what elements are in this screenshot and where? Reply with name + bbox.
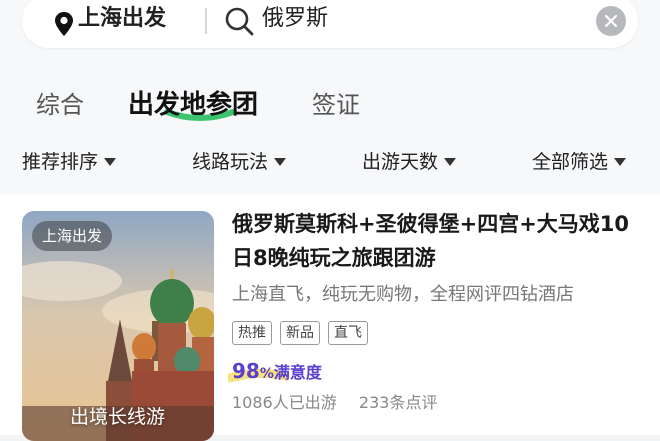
departure-city[interactable]: 上海出发 [78,4,166,34]
tag-new: 新品 [280,321,320,345]
filter-label: 推荐排序 [22,151,99,173]
header-area: 上海出发 俄罗斯 综合 出发地参团 签证 推荐排序 线路玩法 出游天数 全部筛选 [0,0,660,195]
search-input[interactable]: 俄罗斯 [262,4,328,34]
filter-sort[interactable]: 推荐排序 [22,148,117,176]
caret-down-icon [104,158,117,166]
tab-departure-group[interactable]: 出发地参团 [128,88,258,122]
filter-label: 线路玩法 [192,151,269,173]
satisfaction-label: 满意度 [273,363,322,382]
filter-label: 出游天数 [362,151,439,173]
thumbnail-caption: 出境长线游 [70,406,166,428]
caret-down-icon [274,158,287,166]
tag-hot: 热推 [232,321,272,345]
product-description: 上海直飞，纯玩无购物，全程网评四钻酒店 [232,284,574,305]
product-stats: 1086人已出游 233条点评 [232,391,437,415]
filter-days[interactable]: 出游天数 [362,148,457,176]
clear-search-button[interactable] [596,6,626,36]
tab-visa[interactable]: 签证 [312,88,360,122]
filter-route[interactable]: 线路玩法 [192,148,287,176]
search-bar[interactable]: 上海出发 俄罗斯 [22,0,638,48]
tab-comprehensive[interactable]: 综合 [36,88,84,122]
traveler-count: 1086人已出游 [232,393,337,412]
departure-badge: 上海出发 [32,221,113,251]
caret-down-icon [614,158,627,166]
location-pin-icon [55,12,73,36]
caret-down-icon [444,158,457,166]
product-title[interactable]: 俄罗斯莫斯科+圣彼得堡+四宫+大马戏10日8晚纯玩之旅跟团游 [232,207,632,275]
satisfaction-value-group: 98%满意度 [232,357,322,388]
tag-direct-flight: 直飞 [328,321,368,345]
product-thumbnail[interactable]: 上海出发 出境长线游 [22,211,214,441]
product-card[interactable]: 上海出发 出境长线游 俄罗斯莫斯科+圣彼得堡+四宫+大马戏10日8晚纯玩之旅跟团… [0,195,660,441]
satisfaction-value: 98 [232,359,260,383]
product-tags: 热推 新品 直飞 [232,321,368,345]
search-icon [225,7,254,36]
clear-icon [604,14,618,28]
satisfaction-unit: % [259,366,274,382]
search-divider [205,8,207,34]
filter-all[interactable]: 全部筛选 [532,148,627,176]
filter-label: 全部筛选 [532,151,609,173]
review-count: 233条点评 [358,393,438,412]
